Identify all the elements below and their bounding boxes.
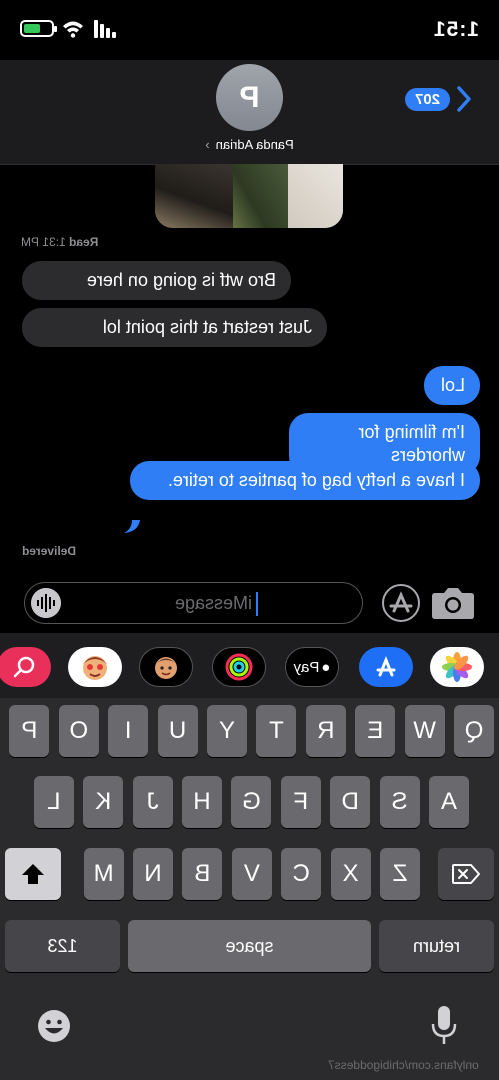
apple-logo-icon: ● (321, 658, 331, 676)
camera-icon[interactable] (429, 585, 477, 621)
app-store-button[interactable] (381, 583, 421, 623)
battery-icon (20, 20, 57, 37)
memoji-stickers-icon[interactable] (68, 647, 122, 687)
key-g[interactable]: G (231, 776, 272, 828)
shift-key[interactable] (5, 848, 61, 900)
audio-message-icon[interactable] (31, 588, 61, 618)
read-receipt: Read 1:31 PM (21, 235, 98, 249)
numbers-key[interactable]: 123 (5, 920, 120, 972)
key-h[interactable]: H (182, 776, 222, 828)
app-store-icon[interactable] (359, 647, 413, 687)
key-y[interactable]: Y (207, 705, 247, 757)
key-e[interactable]: E (355, 705, 396, 757)
delete-key[interactable] (438, 848, 494, 900)
key-k[interactable]: K (83, 776, 124, 828)
emoji-icon[interactable] (36, 1008, 72, 1044)
watermark-text: onlyfans.com/chibigoddess7 (328, 1058, 479, 1072)
key-c[interactable]: C (281, 848, 322, 900)
key-v[interactable]: V (231, 848, 272, 900)
backspace-icon (452, 864, 480, 884)
back-button[interactable]: 207 (404, 85, 474, 113)
message-bubble-sent[interactable]: Lol (424, 366, 480, 405)
key-n[interactable]: N (133, 848, 173, 900)
text-caret (256, 592, 258, 616)
message-bubble-sent[interactable]: I have a hefty bag of panties to retire. (130, 461, 480, 500)
microphone-icon[interactable] (429, 1004, 459, 1046)
key-z[interactable]: Z (380, 848, 420, 900)
key-p[interactable]: P (9, 705, 50, 757)
key-i[interactable]: I (108, 705, 149, 757)
key-w[interactable]: W (404, 705, 445, 757)
watermark: onlyfans.com/chibigoddess7 (0, 1058, 499, 1072)
key-x[interactable]: X (330, 848, 371, 900)
key-m[interactable]: M (83, 848, 124, 900)
key-j[interactable]: J (132, 776, 173, 828)
key-d[interactable]: D (330, 776, 371, 828)
web-search-app-icon[interactable] (0, 647, 51, 687)
status-time: 1:51 (432, 18, 479, 41)
contact-avatar[interactable]: P (216, 64, 283, 131)
photos-app-icon[interactable] (430, 647, 484, 687)
key-l[interactable]: L (33, 776, 74, 828)
read-time: 1:31 PM (21, 235, 66, 249)
contact-name-button[interactable]: Panda Adrian › (0, 137, 499, 152)
return-key[interactable]: return (379, 920, 494, 972)
message-input-bar: iMessage (0, 573, 499, 633)
apple-pay-label: Pay (293, 658, 320, 676)
apple-pay-icon[interactable]: ● Pay (285, 647, 339, 687)
key-t[interactable]: T (256, 705, 297, 757)
avatar-initial: P (239, 80, 260, 114)
screen: 1:51 207 P Panda Adrian › Read 1:31 PM B… (0, 0, 499, 1080)
conversation-header: 207 P Panda Adrian › (0, 60, 499, 165)
bubble-tail (124, 520, 140, 533)
key-b[interactable]: B (182, 848, 223, 900)
key-u[interactable]: U (157, 705, 198, 757)
cellular-signal-icon (94, 20, 116, 38)
chevron-right-icon: › (205, 137, 210, 152)
key-q[interactable]: Q (454, 705, 494, 757)
key-f[interactable]: F (280, 776, 321, 828)
status-bar: 1:51 (0, 0, 499, 60)
unread-count-badge: 207 (404, 87, 450, 111)
key-r[interactable]: R (305, 705, 346, 757)
message-placeholder: iMessage (174, 593, 252, 613)
chevron-left-icon (457, 86, 471, 112)
imessage-app-strip: ● Pay (0, 633, 499, 698)
photo-attachment[interactable] (155, 164, 343, 228)
wifi-icon (63, 21, 83, 38)
space-key[interactable]: space (128, 920, 371, 972)
message-input[interactable]: iMessage (24, 582, 363, 624)
delivered-status: Delivered (22, 544, 77, 558)
key-s[interactable]: S (379, 776, 420, 828)
activity-rings-icon[interactable] (212, 647, 266, 687)
keyboard: 123 space return QWERTYUIOP ASDFGHJKL ZXCV… (0, 698, 499, 1080)
key-o[interactable]: O (58, 705, 99, 757)
memoji-icon[interactable] (139, 647, 193, 687)
key-a[interactable]: A (429, 776, 469, 828)
message-bubble-received[interactable]: Just restart at this point lol (22, 308, 327, 347)
contact-name: Panda Adrian (215, 137, 294, 152)
shift-arrow-icon (22, 864, 44, 884)
message-bubble-received[interactable]: Bro wtf is going on here (22, 261, 291, 300)
read-label: Read (69, 235, 99, 249)
